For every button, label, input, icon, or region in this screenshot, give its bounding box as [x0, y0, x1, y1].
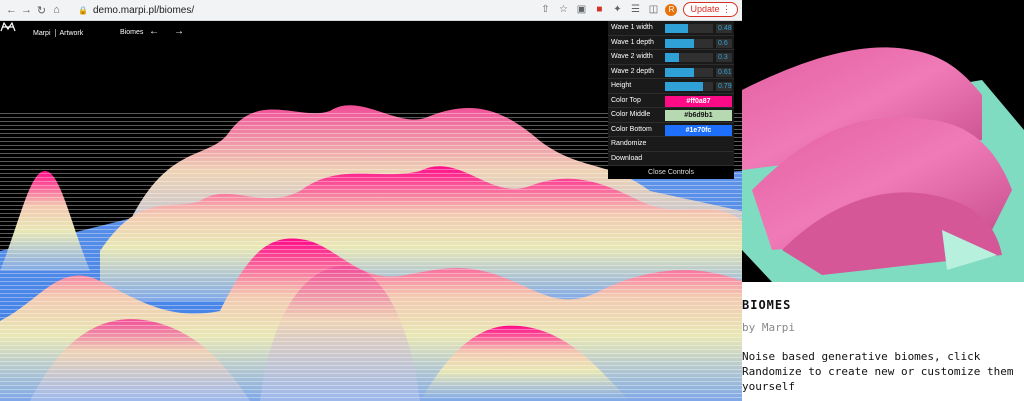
back-icon[interactable]: ←: [4, 4, 19, 16]
color-row: Color Middle #b6d9b1: [608, 108, 734, 123]
reload-icon[interactable]: ↻: [34, 4, 49, 17]
address-bar[interactable]: 🔒 demo.marpi.pl/biomes/: [72, 3, 200, 18]
slider-label: Wave 2 width: [611, 53, 653, 61]
screenshot-root: ← → ↻ ⌂ 🔒 demo.marpi.pl/biomes/ ⇧ ☆ ▣ ■ …: [0, 0, 1024, 401]
current-artwork-label: Biomes: [120, 29, 144, 36]
slider-track[interactable]: [665, 82, 713, 91]
update-button[interactable]: Update ⋮: [683, 2, 738, 17]
slider-track[interactable]: [665, 24, 713, 33]
previous-artwork-icon[interactable]: ←: [149, 26, 159, 37]
slider-row: Wave 1 depth 0.6: [608, 36, 734, 50]
thumbnail-render: [742, 47, 1024, 282]
next-artwork-icon[interactable]: →: [174, 26, 184, 37]
pdf-extension-icon[interactable]: ■: [593, 4, 605, 15]
color-label: Color Bottom: [611, 125, 652, 133]
brand-link[interactable]: Marpi: [33, 30, 51, 37]
slider-row: Wave 2 depth 0.61: [608, 65, 734, 79]
puzzle-icon[interactable]: ✦: [611, 4, 623, 15]
star-icon[interactable]: ☆: [557, 4, 569, 15]
slider-fill: [665, 67, 695, 77]
section-link[interactable]: Artwork: [60, 30, 84, 37]
extension-icon[interactable]: ▣: [575, 4, 587, 15]
slider-fill: [665, 82, 703, 91]
slider-value-input[interactable]: 0.79: [716, 82, 732, 91]
controls-panel: Wave 1 width 0.48 Wave 1 depth 0.6 Wave 2 wi…: [608, 21, 734, 179]
slider-value-input[interactable]: 0.48: [716, 24, 732, 33]
artwork-description: Noise based generative biomes, click Ran…: [742, 350, 1014, 393]
avatar[interactable]: R: [665, 3, 678, 16]
slider-row: Wave 2 width 0.3: [608, 50, 734, 65]
media-icon[interactable]: ☰: [629, 4, 641, 15]
marpi-logo-icon[interactable]: [0, 21, 16, 33]
slider-value-input[interactable]: 0.6: [716, 38, 732, 48]
lock-icon[interactable]: 🔒: [78, 6, 88, 15]
slider-row: Height 0.79: [608, 79, 734, 94]
slider-fill: [665, 24, 689, 33]
url-text: demo.marpi.pl/biomes/: [92, 4, 195, 16]
color-row: Color Top #ff0a87: [608, 94, 734, 108]
home-icon[interactable]: ⌂: [49, 4, 64, 16]
share-icon[interactable]: ⇧: [539, 4, 551, 15]
slider-value-input[interactable]: 0.3: [716, 53, 732, 62]
slider-fill: [665, 53, 680, 62]
artwork-viewport[interactable]: Marpi Artwork Biomes ← → Wave 1 width 0.48…: [0, 21, 742, 401]
color-swatch-input[interactable]: #ff0a87: [665, 95, 732, 107]
color-row: Color Bottom #1e70fc: [608, 123, 734, 137]
update-label: Update: [690, 4, 720, 14]
randomize-label: Randomize: [611, 140, 647, 148]
color-label: Color Middle: [611, 111, 651, 119]
slider-value-input[interactable]: 0.61: [716, 67, 732, 77]
slider-label: Wave 2 depth: [611, 67, 654, 75]
site-brand: Marpi Artwork: [33, 29, 83, 37]
download-label: Download: [611, 154, 643, 162]
slider-track[interactable]: [665, 38, 713, 48]
toolbar-actions: ⇧ ☆ ▣ ■ ✦ ☰ ◫ R Update ⋮: [539, 2, 738, 17]
sidepanel-icon[interactable]: ◫: [647, 4, 659, 15]
artwork-title: BIOMES: [742, 298, 792, 312]
close-controls-button[interactable]: Close Controls: [608, 166, 734, 179]
slider-fill: [665, 38, 694, 48]
forward-icon[interactable]: →: [19, 4, 34, 16]
slider-row: Wave 1 width 0.48: [608, 21, 734, 36]
biome-thumbnail[interactable]: [742, 0, 1024, 282]
artwork-author: by Marpi: [742, 321, 795, 334]
slider-track[interactable]: [665, 53, 713, 62]
slider-label: Wave 1 depth: [611, 38, 654, 46]
color-swatch-input[interactable]: #1e70fc: [665, 124, 732, 136]
download-button[interactable]: Download: [608, 152, 734, 166]
slider-label: Wave 1 width: [611, 24, 653, 32]
brand-divider: [54, 29, 56, 37]
randomize-button[interactable]: Randomize: [608, 137, 734, 152]
browser-toolbar: ← → ↻ ⌂ 🔒 demo.marpi.pl/biomes/ ⇧ ☆ ▣ ■ …: [0, 0, 742, 21]
slider-track[interactable]: [665, 67, 713, 77]
slider-label: Height: [611, 82, 632, 90]
color-swatch-input[interactable]: #b6d9b1: [665, 110, 732, 121]
color-label: Color Top: [611, 96, 641, 104]
